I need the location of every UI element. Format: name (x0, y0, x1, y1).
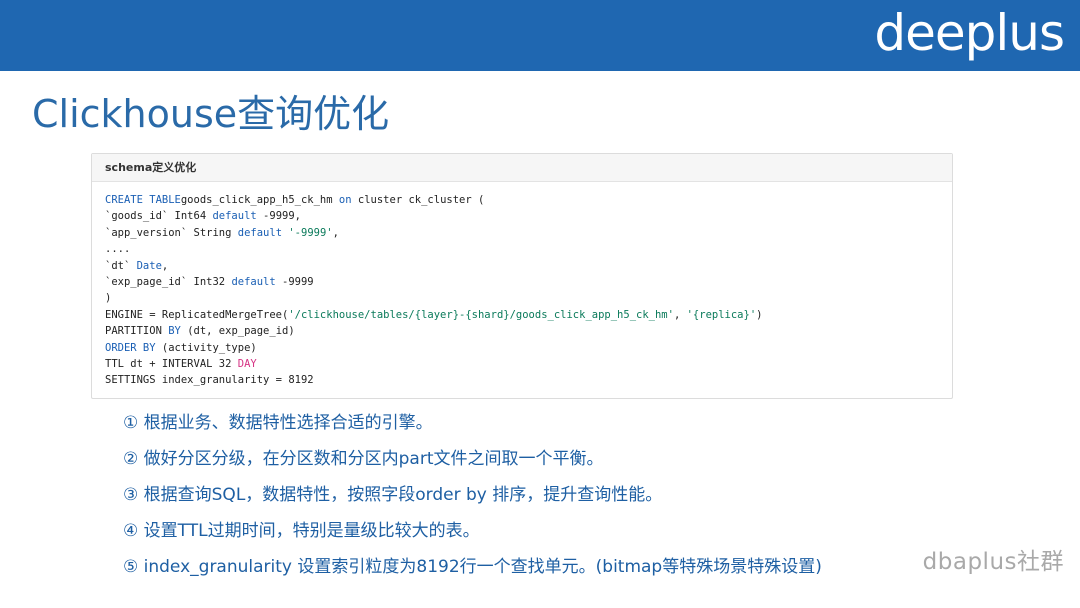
code-token-str: '-9999' (288, 226, 333, 239)
code-token: goods_click_app_h5_ck_hm (180, 194, 339, 206)
code-panel: schema定义优化 CREATE TABLEgoods_click_app_h… (91, 153, 953, 399)
code-token-sp: DAY (237, 358, 257, 371)
code-token: ) (756, 308, 763, 321)
code-token-kw: default (212, 210, 257, 223)
code-line: .... (105, 241, 952, 257)
code-panel-heading: schema定义优化 (92, 154, 952, 182)
bullet-list: ① 根据业务、数据特性选择合适的引擎。 ② 做好分区分级，在分区数和分区内par… (123, 405, 1023, 585)
code-line: ENGINE = ReplicatedMergeTree('/clickhous… (105, 307, 952, 323)
deeplus-logo: deeplus (874, 4, 1065, 62)
code-token: `goods_id` Int64 (105, 210, 213, 223)
watermark: dbaplus社群 (922, 549, 1064, 575)
code-token: `exp_page_id` Int32 (105, 276, 232, 289)
code-line: ORDER BY (activity_type) (105, 340, 952, 356)
code-token: TTL dt + INTERVAL 32 (105, 358, 238, 371)
code-token: , (673, 308, 687, 321)
code-token-kw: on (338, 194, 352, 206)
code-token: , (332, 226, 339, 239)
code-line: `dt` Date, (105, 258, 952, 274)
header-bar: deeplus (0, 0, 1080, 71)
slide-title: Clickhouse查询优化 (32, 92, 390, 136)
code-token: PARTITION (105, 325, 169, 338)
code-token: (dt, exp_page_id) (180, 325, 295, 338)
code-token: .... (105, 243, 131, 256)
code-token-str: '/clickhouse/tables/{layer}-{shard}/good… (288, 308, 674, 321)
code-token: `dt` (105, 259, 137, 272)
code-line: CREATE TABLEgoods_click_app_h5_ck_hm on … (105, 192, 952, 208)
code-token: ENGINE = ReplicatedMergeTree( (105, 308, 289, 321)
code-block: CREATE TABLEgoods_click_app_h5_ck_hm on … (92, 182, 952, 389)
code-line: SETTINGS index_granularity = 8192 (105, 372, 952, 388)
code-token: cluster ck_cluster ( (351, 194, 485, 206)
code-token: , (161, 259, 169, 272)
code-token-kw: CREATE TABLE (105, 194, 181, 206)
bullet-item: ④ 设置TTL过期时间，特别是量级比较大的表。 (123, 521, 480, 541)
code-token-kw: default (237, 226, 283, 239)
code-line: PARTITION BY (dt, exp_page_id) (105, 323, 952, 339)
code-token: SETTINGS index_granularity = 8192 (105, 374, 314, 387)
code-token-kw: Date (136, 259, 162, 272)
code-line: `goods_id` Int64 default -9999, (105, 208, 952, 224)
bullet-item: ① 根据业务、数据特性选择合适的引擎。 (123, 413, 433, 433)
code-token-kw: default (231, 276, 276, 289)
code-line: ) (105, 290, 952, 306)
bullet-item: ② 做好分区分级，在分区数和分区内part文件之间取一个平衡。 (123, 449, 604, 469)
code-token-kw: BY (168, 325, 181, 338)
code-token-str: '{replica}' (686, 308, 757, 321)
code-line: `exp_page_id` Int32 default -9999 (105, 274, 952, 290)
bullet-item: ③ 根据查询SQL，数据特性，按照字段order by 排序，提升查询性能。 (123, 485, 663, 505)
code-token: (activity_type) (155, 341, 257, 354)
bullet-item: ⑤ index_granularity 设置索引粒度为8192行一个查找单元。(… (123, 557, 822, 577)
code-line: `app_version` String default '-9999', (105, 225, 952, 241)
code-token: ) (105, 292, 112, 305)
code-token-kw: ORDER BY (105, 341, 156, 354)
code-token: -9999 (275, 276, 314, 289)
code-line: TTL dt + INTERVAL 32 DAY (105, 356, 952, 372)
code-token: -9999, (256, 210, 301, 223)
code-token: `app_version` String (105, 226, 238, 239)
